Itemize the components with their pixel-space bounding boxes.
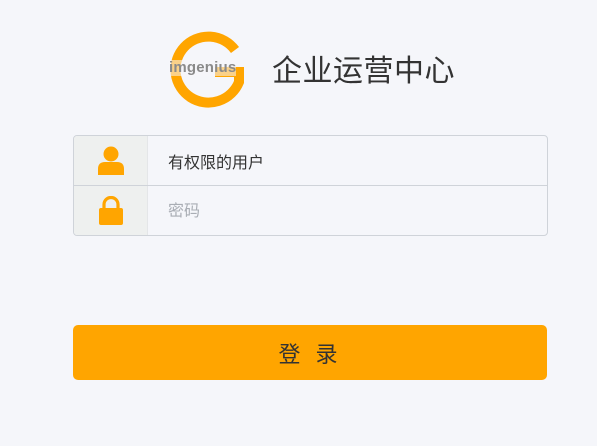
user-icon [97, 146, 124, 175]
username-field[interactable] [148, 136, 547, 185]
password-row [74, 185, 547, 235]
password-field[interactable] [148, 186, 547, 235]
header: imgenius 企业运营中心 [167, 28, 455, 112]
logo-text: imgenius [169, 59, 237, 76]
page-title: 企业运营中心 [272, 54, 455, 89]
username-row [74, 136, 547, 185]
login-form [73, 135, 548, 236]
username-icon-cell [74, 136, 148, 185]
logo: imgenius [167, 28, 251, 112]
lock-icon [98, 195, 123, 225]
password-icon-cell [74, 186, 148, 235]
login-button[interactable]: 登 录 [73, 325, 547, 380]
